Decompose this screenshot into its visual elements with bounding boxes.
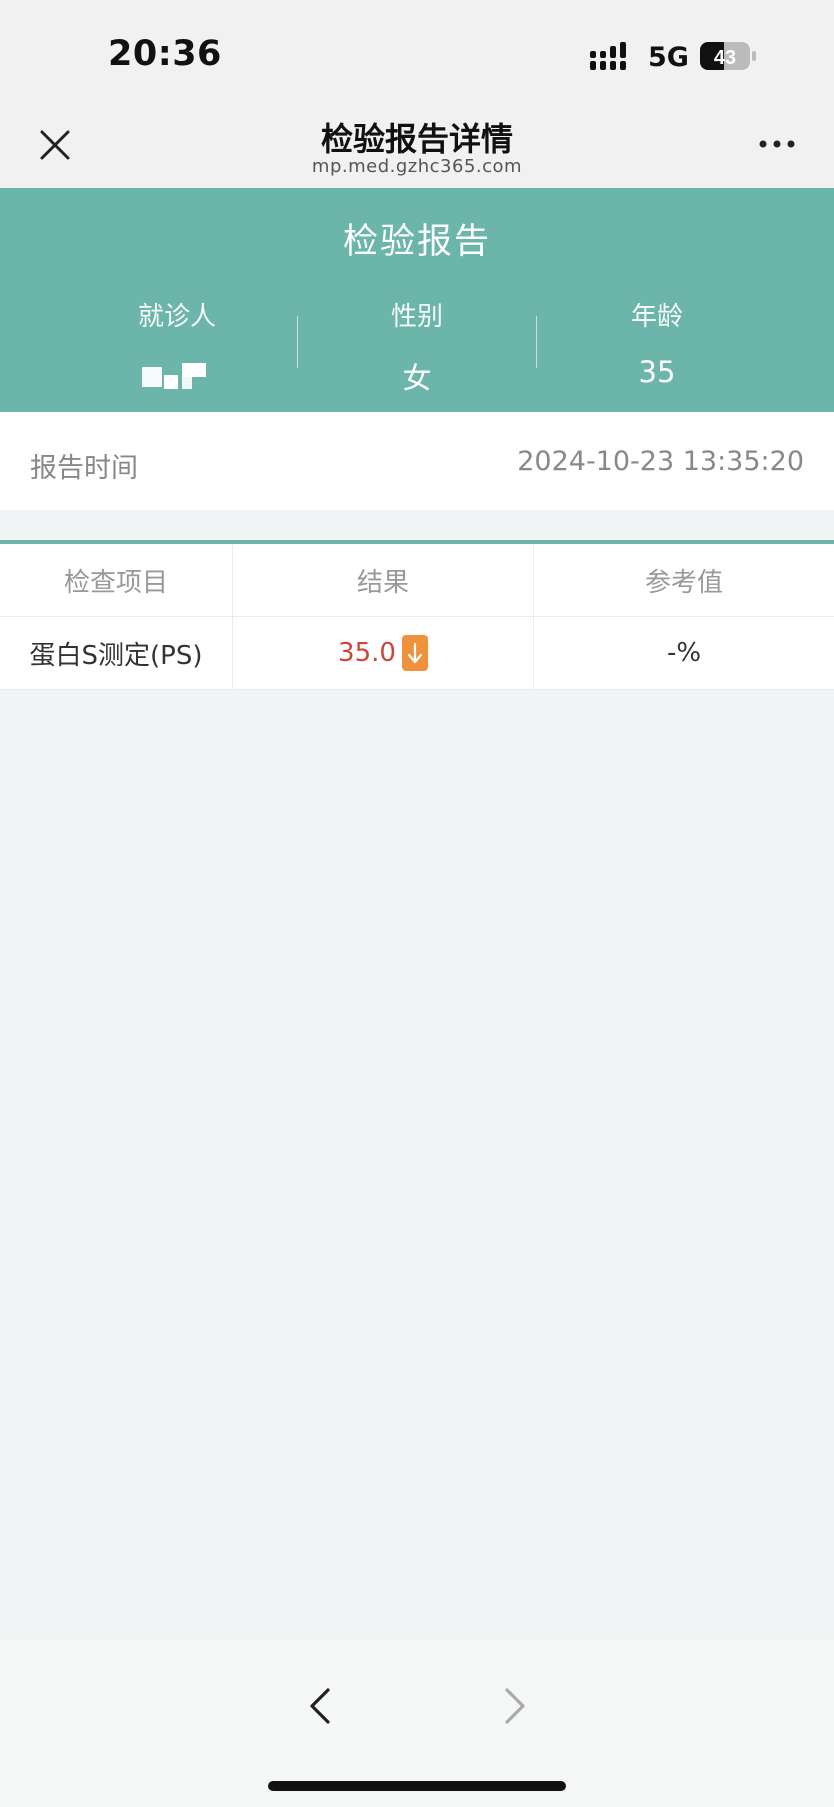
- gender-value: 女: [402, 361, 432, 395]
- patient-name-masked: [57, 355, 297, 391]
- arrow-down-icon: [401, 635, 428, 671]
- masked-name-image: [142, 363, 212, 389]
- age-value: 35: [638, 355, 676, 389]
- test-result-value: 35.0: [338, 638, 396, 668]
- bottom-navigation: [0, 1640, 834, 1807]
- more-options-icon[interactable]: [752, 124, 802, 164]
- network-type: 5G: [648, 42, 689, 73]
- back-chevron-icon[interactable]: [300, 1676, 340, 1736]
- column-header-item: 检查项目: [0, 544, 233, 616]
- report-header: 检验报告 就诊人 性别 女 年龄 35: [0, 188, 834, 412]
- navigation-header: 检验报告详情 mp.med.gzhc365.com: [0, 100, 834, 188]
- table-row: 蛋白S测定(PS) 35.0 -%: [0, 617, 834, 690]
- age-info: 年龄 35: [537, 296, 777, 391]
- home-indicator[interactable]: [268, 1781, 566, 1791]
- column-header-reference: 参考值: [644, 567, 723, 598]
- gender-info: 性别 女: [297, 296, 537, 395]
- test-result-cell: 35.0: [233, 617, 534, 689]
- battery-level: 43: [714, 47, 736, 69]
- signal-icon: [590, 42, 626, 70]
- page-url: mp.med.gzhc365.com: [311, 156, 523, 177]
- status-bar: 20:36 5G 43: [0, 0, 834, 100]
- age-label: 年龄: [630, 302, 683, 332]
- test-item-name: 蛋白S测定(PS): [0, 617, 233, 689]
- page-title: 检验报告详情: [320, 120, 513, 158]
- column-header-result: 结果: [233, 544, 534, 616]
- forward-chevron-icon[interactable]: [495, 1676, 535, 1736]
- patient-label: 就诊人: [137, 302, 216, 332]
- report-title: 检验报告: [342, 222, 491, 262]
- report-time-row: 报告时间 2024-10-23 13:35:20: [0, 412, 834, 510]
- status-time: 20:36: [108, 34, 222, 74]
- table-header-row: 检查项目 结果 参考值: [0, 544, 834, 617]
- results-table: 检查项目 结果 参考值 蛋白S测定(PS) 35.0 -%: [0, 540, 834, 690]
- report-time-value: 2024-10-23 13:35:20: [517, 446, 804, 477]
- test-reference-value: -%: [666, 638, 702, 668]
- battery-icon: 43: [700, 42, 756, 70]
- report-time-label: 报告时间: [30, 453, 138, 484]
- gender-label: 性别: [390, 302, 443, 332]
- patient-info: 就诊人: [57, 296, 297, 391]
